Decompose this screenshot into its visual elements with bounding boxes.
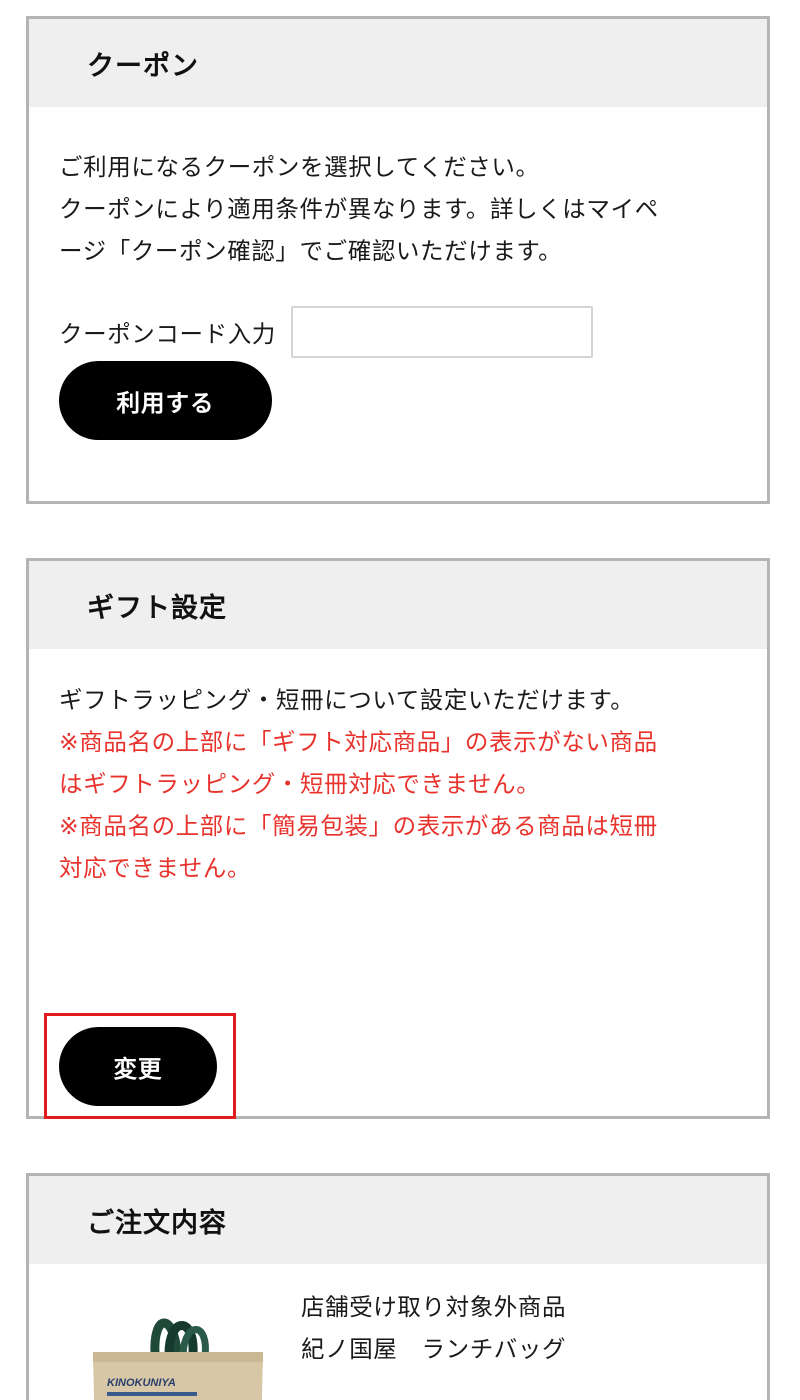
coupon-title: クーポン [87, 50, 199, 82]
coupon-code-input[interactable] [290, 306, 593, 358]
product-name[interactable]: 紀ノ国屋 ランチバッグ [301, 1328, 566, 1370]
pickup-note: 店舗受け取り対象外商品 [301, 1293, 567, 1321]
order-header: ご注文内容 [29, 1176, 767, 1264]
gift-note-line-2: はギフトラッピング・短冊対応できません。 [59, 770, 541, 798]
gift-description: ギフトラッピング・短冊について設定いただけます。 [59, 686, 635, 714]
gift-header: ギフト設定 [29, 561, 767, 649]
coupon-header: クーポン [29, 19, 767, 107]
order-contents-section: ご注文内容 KINOKUNIYA 店舗受け取り対象外商品 紀ノ国屋 ランチバッグ [26, 1173, 770, 1400]
gift-title: ギフト設定 [87, 592, 227, 624]
coupon-description-line-2: クーポンにより適用条件が異なります。詳しくはマイペ [59, 195, 659, 223]
coupon-code-row: クーポンコード入力 [59, 305, 737, 359]
gift-note-line-3: ※商品名の上部に「簡易包装」の表示がある商品は短冊 [59, 812, 658, 840]
apply-coupon-button[interactable]: 利用する [59, 361, 272, 440]
coupon-body: ご利用になるクーポンを選択してください。 クーポンにより適用条件が異なります。詳… [29, 107, 767, 440]
tote-bag-icon: KINOKUNIYA [93, 1318, 263, 1400]
coupon-description-line-1: ご利用になるクーポンを選択してください。 [59, 153, 540, 181]
change-gift-button[interactable]: 変更 [59, 1027, 217, 1106]
gift-settings-section: ギフト設定 ギフトラッピング・短冊について設定いただけます。 ※商品名の上部に「… [26, 558, 770, 1119]
coupon-code-label: クーポンコード入力 [59, 320, 276, 348]
gift-note-line-1: ※商品名の上部に「ギフト対応商品」の表示がない商品 [59, 728, 658, 756]
checkout-page: クーポン ご利用になるクーポンを選択してください。 クーポンにより適用条件が異な… [0, 0, 800, 1400]
gift-body: ギフトラッピング・短冊について設定いただけます。 ※商品名の上部に「ギフト対応商… [29, 649, 767, 1119]
gift-note-line-4: 対応できません。 [59, 854, 252, 882]
bag-brand-text: KINOKUNIYA [107, 1377, 176, 1389]
coupon-section: クーポン ご利用になるクーポンを選択してください。 クーポンにより適用条件が異な… [26, 16, 770, 504]
tote-bag-image[interactable]: KINOKUNIYA [77, 1294, 272, 1400]
coupon-description-line-3: ージ「クーポン確認」でご確認いただけます。 [59, 237, 563, 265]
order-body: KINOKUNIYA 店舗受け取り対象外商品 紀ノ国屋 ランチバッグ [29, 1264, 767, 1400]
order-title: ご注文内容 [87, 1207, 227, 1239]
product-info: 店舗受け取り対象外商品 紀ノ国屋 ランチバッグ [301, 1286, 566, 1370]
